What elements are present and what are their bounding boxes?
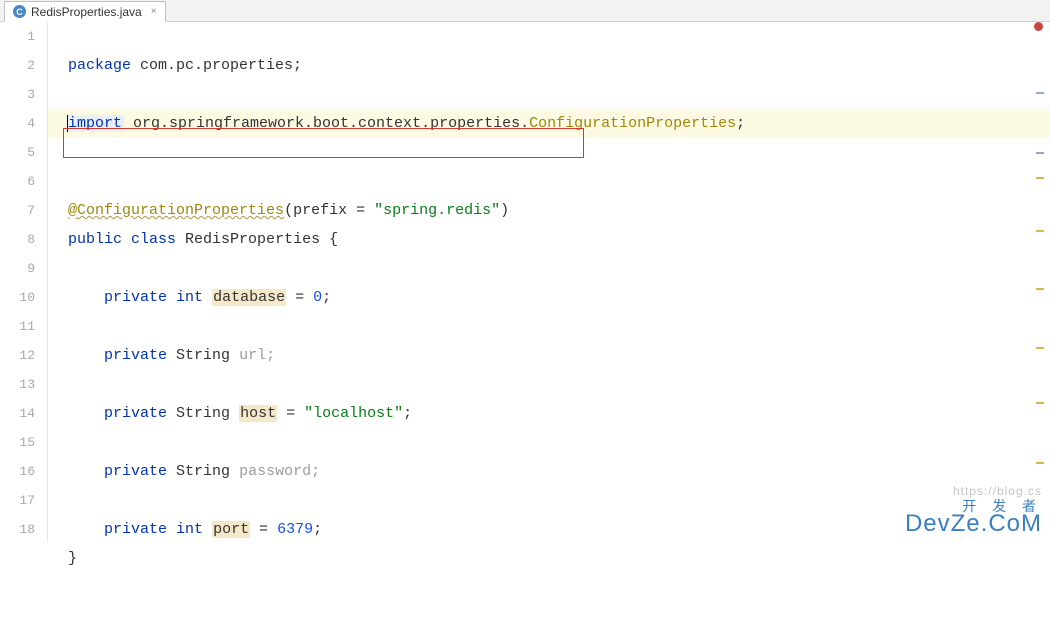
line-number: 1 <box>0 22 35 51</box>
line-number: 9 <box>0 254 35 283</box>
code-line: private String host = "localhost"; <box>68 405 412 422</box>
line-number: 13 <box>0 370 35 399</box>
code-line <box>68 376 77 393</box>
code-line <box>68 579 77 596</box>
line-number: 11 <box>0 312 35 341</box>
code-line <box>68 318 77 335</box>
code-line-current: import org.springframework.boot.context.… <box>48 109 1050 138</box>
code-line: private String password; <box>68 463 320 480</box>
line-number: 17 <box>0 486 35 515</box>
code-line <box>68 492 77 509</box>
line-number: 16 <box>0 457 35 486</box>
code-line: private String url; <box>68 347 275 364</box>
code-editor[interactable]: 1 2 3 4 5 6 7 8 9 10 11 12 13 14 15 16 1… <box>0 22 1050 542</box>
tab-bar: C RedisProperties.java × <box>0 0 1050 22</box>
code-line: private int port = 6379; <box>68 521 322 538</box>
code-line <box>68 260 77 277</box>
code-line: } <box>68 550 77 567</box>
line-number: 7 <box>0 196 35 225</box>
code-line: package com.pc.properties; <box>68 57 302 74</box>
line-number: 3 <box>0 80 35 109</box>
code-line <box>68 86 77 103</box>
code-line: private int database = 0; <box>68 289 331 306</box>
line-number: 14 <box>0 399 35 428</box>
code-line: @ConfigurationProperties(prefix = "sprin… <box>68 202 509 219</box>
line-number: 12 <box>0 341 35 370</box>
line-number-gutter: 1 2 3 4 5 6 7 8 9 10 11 12 13 14 15 16 1… <box>0 22 48 542</box>
line-number: 5 <box>0 138 35 167</box>
code-line: public class RedisProperties { <box>68 231 338 248</box>
line-number: 2 <box>0 51 35 80</box>
line-number: 15 <box>0 428 35 457</box>
line-number: 18 <box>0 515 35 544</box>
code-line <box>68 434 77 451</box>
line-number: 6 <box>0 167 35 196</box>
editor-tab-redisproperties[interactable]: C RedisProperties.java × <box>4 1 166 22</box>
tab-title: RedisProperties.java <box>31 5 142 19</box>
line-number: 4 <box>0 109 35 138</box>
code-line <box>68 173 77 190</box>
code-area[interactable]: package com.pc.properties; import org.sp… <box>48 22 1050 542</box>
close-icon[interactable]: × <box>151 6 157 17</box>
line-number: 10 <box>0 283 35 312</box>
java-class-icon: C <box>13 5 26 18</box>
line-number: 8 <box>0 225 35 254</box>
